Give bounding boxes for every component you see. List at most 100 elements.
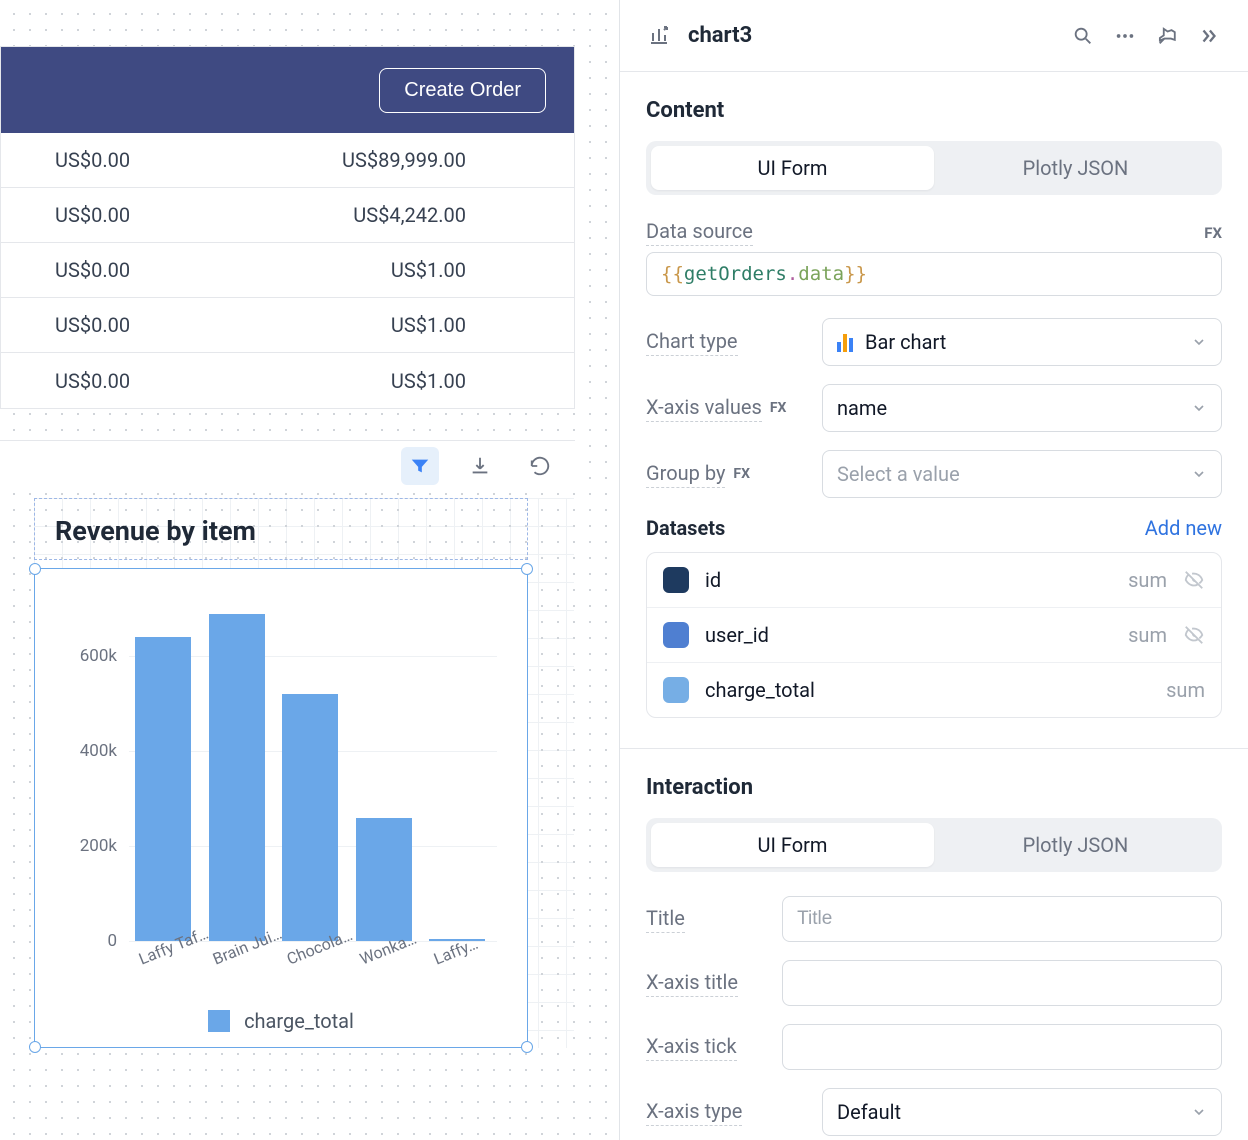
bar[interactable] (135, 637, 191, 941)
cell: US$1.00 (261, 313, 574, 337)
x-title-label: X-axis title (646, 970, 738, 997)
x-tick-input[interactable] (782, 1024, 1222, 1070)
group-by-placeholder: Select a value (837, 462, 960, 486)
table-row[interactable]: US$0.00 US$1.00 (1, 243, 574, 298)
refresh-icon (529, 455, 551, 477)
title-input[interactable] (782, 896, 1222, 942)
datasets-heading: Datasets (646, 516, 725, 540)
chart-canvas: 0200k400k600k Laffy Taf…Brain Jui…Chocol… (55, 599, 507, 977)
chart-plot[interactable]: 0200k400k600k Laffy Taf…Brain Jui…Chocol… (34, 568, 528, 1048)
group-by-select[interactable]: Select a value (822, 450, 1222, 498)
x-type-select[interactable]: Default (822, 1088, 1222, 1136)
dataset-row[interactable]: idsum (647, 553, 1221, 607)
bar[interactable] (282, 694, 338, 941)
resize-handle[interactable] (29, 563, 41, 575)
more-icon[interactable] (1112, 23, 1138, 49)
cell: US$89,999.00 (261, 148, 574, 172)
chevron-down-icon (1191, 1104, 1207, 1120)
chart-type-select[interactable]: Bar chart (822, 318, 1222, 366)
dataset-name: user_id (705, 623, 1112, 647)
fx-toggle[interactable]: FX (770, 400, 787, 416)
chart-title: Revenue by item (55, 515, 507, 547)
resize-handle[interactable] (29, 1041, 41, 1053)
pin-icon[interactable] (1154, 23, 1180, 49)
expand-icon[interactable] (1196, 23, 1222, 49)
inspector-panel: chart3 Content UI Form Plotly JSON Data … (620, 0, 1248, 1140)
section-heading: Content (646, 98, 1222, 123)
data-source-label: Data source (646, 219, 753, 246)
add-dataset-button[interactable]: Add new (1145, 516, 1222, 540)
chart-title-container[interactable]: Revenue by item (34, 498, 528, 560)
interaction-tabs: UI Form Plotly JSON (646, 818, 1222, 872)
y-axis: 0200k400k600k (55, 609, 129, 941)
table-row[interactable]: US$0.00 US$4,242.00 (1, 188, 574, 243)
resize-handle[interactable] (521, 563, 533, 575)
filter-button[interactable] (401, 447, 439, 485)
chart-type-value: Bar chart (865, 330, 946, 354)
fx-toggle[interactable]: FX (733, 466, 750, 482)
tab-ui-form[interactable]: UI Form (651, 823, 934, 867)
create-order-button[interactable]: Create Order (379, 68, 546, 113)
download-button[interactable] (461, 447, 499, 485)
x-type-value: Default (837, 1100, 901, 1124)
dataset-name: charge_total (705, 678, 1150, 702)
create-order-label: Create Order (404, 79, 521, 101)
table-row[interactable]: US$0.00 US$89,999.00 (1, 133, 574, 188)
y-tick-label: 200k (80, 836, 117, 856)
dataset-row[interactable]: charge_total sum (647, 662, 1221, 717)
component-name: chart3 (688, 23, 1054, 48)
cell: US$0.00 (1, 313, 261, 337)
y-tick-label: 600k (80, 646, 117, 666)
tab-ui-form[interactable]: UI Form (651, 146, 934, 190)
x-tick-label: X-axis tick (646, 1034, 737, 1061)
cell: US$4,242.00 (261, 203, 574, 227)
chart-component[interactable]: Revenue by item 0200k400k600k Laffy Taf…… (34, 498, 574, 1048)
refresh-button[interactable] (521, 447, 559, 485)
data-source-input[interactable]: {{getOrders.data}} (646, 252, 1222, 296)
bar[interactable] (356, 818, 412, 941)
download-icon (469, 455, 491, 477)
plot-area (129, 609, 497, 941)
datasets-list: idsumuser_idsum charge_total sum (646, 552, 1222, 718)
bar-chart-icon (837, 332, 853, 352)
chevron-down-icon (1191, 400, 1207, 416)
fx-toggle[interactable]: FX (1204, 224, 1222, 242)
table-row[interactable]: US$0.00 US$1.00 (1, 353, 574, 408)
chart-legend: charge_total (35, 1009, 527, 1033)
content-tabs: UI Form Plotly JSON (646, 141, 1222, 195)
y-tick-label: 400k (80, 741, 117, 761)
x-values-label: X-axis values (646, 395, 762, 422)
legend-label: charge_total (244, 1009, 354, 1033)
tab-plotly-json[interactable]: Plotly JSON (934, 146, 1217, 190)
group-by-label: Group by (646, 461, 725, 488)
x-type-label: X-axis type (646, 1099, 742, 1126)
chevron-down-icon (1191, 466, 1207, 482)
x-values-value: name (837, 396, 887, 420)
x-title-input[interactable] (782, 960, 1222, 1006)
orders-table: US$0.00 US$89,999.00 US$0.00 US$4,242.00… (1, 133, 574, 408)
inspector-body: Content UI Form Plotly JSON Data source … (620, 72, 1248, 1140)
x-values-select[interactable]: name (822, 384, 1222, 432)
app-preview: Create Order US$0.00 US$89,999.00 US$0.0… (0, 46, 575, 409)
bar[interactable] (209, 614, 265, 941)
cell: US$0.00 (1, 203, 261, 227)
section-heading: Interaction (646, 775, 1222, 800)
y-tick-label: 0 (107, 931, 117, 951)
dataset-name: id (705, 568, 1112, 592)
chart-type-label: Chart type (646, 329, 738, 356)
cell: US$0.00 (1, 148, 261, 172)
search-icon[interactable] (1070, 23, 1096, 49)
tab-plotly-json[interactable]: Plotly JSON (934, 823, 1217, 867)
table-toolbar (0, 440, 575, 490)
color-swatch[interactable] (663, 567, 689, 593)
visibility-off-icon[interactable] (1183, 569, 1205, 591)
color-swatch[interactable] (663, 677, 689, 703)
legend-swatch (208, 1010, 230, 1032)
table-row[interactable]: US$0.00 US$1.00 (1, 298, 574, 353)
color-swatch[interactable] (663, 622, 689, 648)
visibility-off-icon[interactable] (1183, 624, 1205, 646)
cell: US$0.00 (1, 258, 261, 282)
dataset-aggregation: sum (1166, 678, 1205, 702)
resize-handle[interactable] (521, 1041, 533, 1053)
dataset-row[interactable]: user_idsum (647, 607, 1221, 662)
